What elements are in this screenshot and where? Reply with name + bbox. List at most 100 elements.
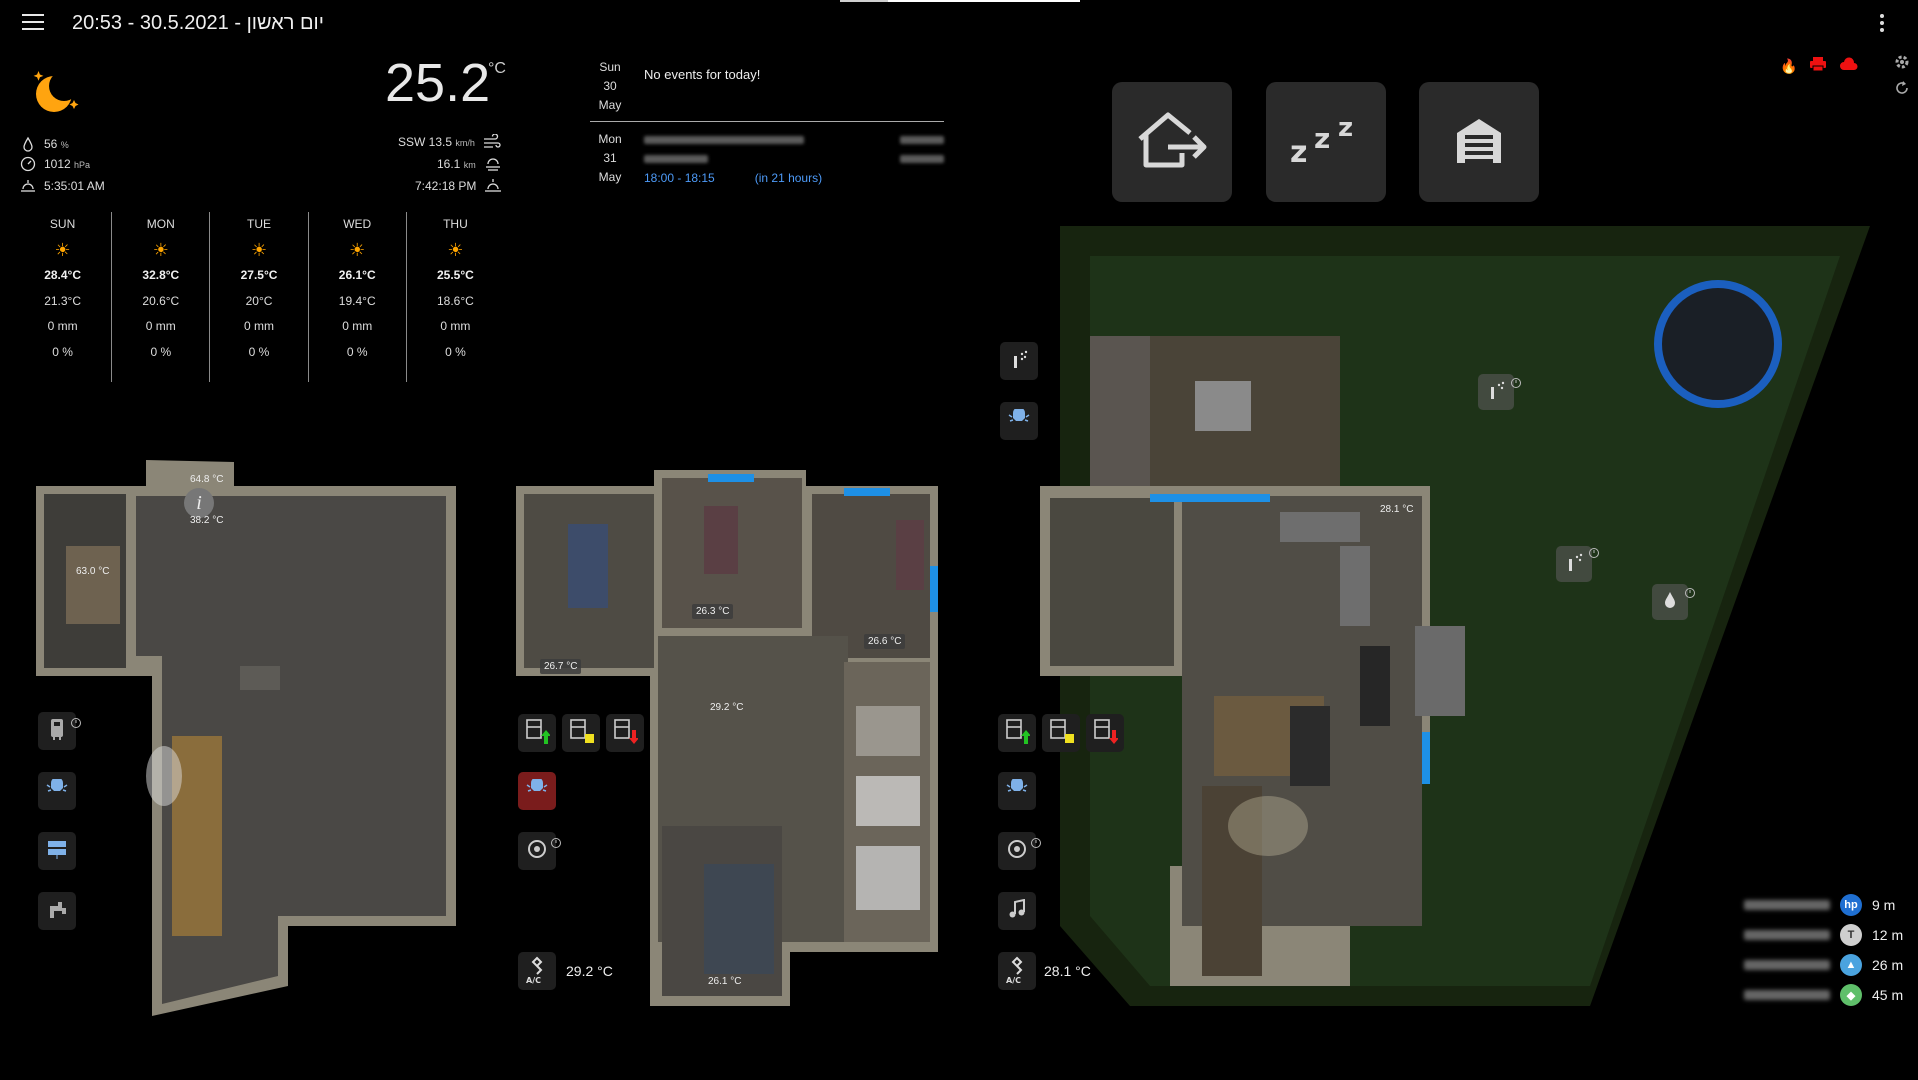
temperature-unit: °C <box>488 60 506 77</box>
ac-button[interactable]: A/C <box>998 952 1036 990</box>
sprinkler-icon <box>1485 379 1507 406</box>
light-button[interactable] <box>38 772 76 810</box>
temp-label: 63.0 °C <box>76 566 110 577</box>
visibility-unit: km <box>463 160 476 170</box>
shutters-stop-button[interactable] <box>1042 714 1080 752</box>
calendar-card: Sun 30 May No events for today! Mon 31 M… <box>590 58 944 187</box>
tab-indicator <box>888 0 1080 2</box>
fog-icon <box>484 156 500 172</box>
wind-row: SSW 13.5 km/h <box>398 133 501 150</box>
sleep-button[interactable]: zzz <box>1266 82 1386 202</box>
timer-icon <box>1030 836 1042 854</box>
humidity-unit: % <box>60 140 69 150</box>
forecast-day: TUE ☀ 27.5°C 20°C 0 mm 0 % <box>210 212 309 382</box>
travel-row[interactable]: hp 9 m <box>1740 890 1910 920</box>
floorplan-ground-floor <box>1030 226 1890 1006</box>
shutters-up-button[interactable] <box>998 714 1036 752</box>
redacted-text <box>1744 960 1830 970</box>
forecast-probability: 0 % <box>150 344 172 359</box>
server-button[interactable] <box>38 832 76 870</box>
info-icon[interactable]: i <box>184 488 214 518</box>
sprinkler-button[interactable] <box>1000 342 1038 380</box>
forecast-day-name: MON <box>146 217 175 231</box>
forecast-day: WED ☀ 26.1°C 19.4°C 0 mm 0 % <box>309 212 407 382</box>
faucet-icon <box>46 898 68 925</box>
forecast-high: 28.4°C <box>44 268 82 282</box>
wind-icon <box>483 133 501 150</box>
pressure-row: 1012 hPa <box>20 156 90 172</box>
shutters-up-button[interactable] <box>518 714 556 752</box>
travel-times: hp 9 m T 12 m ▲ 26 m ◆ 45 m <box>1740 890 1910 1010</box>
forecast-rain: 0 mm <box>440 319 471 333</box>
timer-icon <box>1588 546 1600 564</box>
wind-unit: km/h <box>455 138 475 148</box>
drip-irrigation-button[interactable] <box>1652 584 1688 620</box>
more-options-icon[interactable] <box>1878 14 1886 34</box>
water-tap-button[interactable] <box>38 892 76 930</box>
timer-icon <box>1684 586 1696 604</box>
calendar-date-today: Sun 30 May <box>590 58 630 115</box>
printer-icon[interactable] <box>1809 56 1827 77</box>
cloud-alert-icon[interactable] <box>1839 57 1859 76</box>
light-button[interactable] <box>998 772 1036 810</box>
light-button[interactable] <box>518 772 556 810</box>
temp-label: 26.7 °C <box>540 659 582 674</box>
shutter-up-icon <box>524 718 551 749</box>
music-button[interactable] <box>998 892 1036 930</box>
forecast-day: THU ☀ 25.5°C 18.6°C 0 mm 0 % <box>407 212 504 382</box>
sunset-time: 7:42:18 PM <box>415 179 477 193</box>
garage-button[interactable] <box>1419 82 1539 202</box>
humidity-row: 56 % <box>20 136 69 152</box>
divider <box>590 121 944 122</box>
forecast-day-name: WED <box>343 217 372 231</box>
refresh-icon[interactable] <box>1894 80 1910 101</box>
calendar-date: 31 <box>603 151 617 165</box>
svg-text:z: z <box>1338 113 1353 143</box>
forecast-probability: 0 % <box>346 344 368 359</box>
sprinkler-zone-button[interactable] <box>1478 374 1514 410</box>
bulb-icon <box>525 776 549 804</box>
wind-value: SSW 13.5 <box>398 135 453 149</box>
settings-icon[interactable] <box>1894 54 1910 75</box>
pressure-value: 1012 <box>44 157 71 171</box>
redacted-text <box>644 155 708 163</box>
travel-row[interactable]: T 12 m <box>1740 920 1910 950</box>
travel-row[interactable]: ▲ 26 m <box>1740 950 1910 980</box>
sprinkler-zone-button[interactable] <box>1556 546 1592 582</box>
forecast-rain: 0 mm <box>342 319 373 333</box>
light-button[interactable] <box>1000 402 1038 440</box>
forecast-high: 27.5°C <box>240 268 278 282</box>
calendar-event[interactable]: 18:00 - 18:15 (in 21 hours) <box>644 130 944 185</box>
svg-text:z: z <box>1314 122 1330 155</box>
shutters-down-button[interactable] <box>606 714 644 752</box>
shutters-down-button[interactable] <box>1086 714 1124 752</box>
svg-text:A/C: A/C <box>526 976 541 984</box>
forecast-rain: 0 mm <box>145 319 176 333</box>
forecast-low: 20.6°C <box>142 293 180 308</box>
calendar-dow: Sun <box>599 60 621 74</box>
timer-icon <box>550 836 562 854</box>
temp-label: 38.2 °C <box>190 515 224 526</box>
forecast-low: 20°C <box>245 293 273 308</box>
redacted-text <box>644 136 804 144</box>
menu-icon[interactable] <box>22 14 44 32</box>
forecast-day: MON ☀ 32.8°C 20.6°C 0 mm 0 % <box>112 212 211 382</box>
server-icon <box>46 838 68 865</box>
timer-icon <box>1510 376 1522 394</box>
sun-icon: ☀ <box>447 239 464 260</box>
travel-row[interactable]: ◆ 45 m <box>1740 980 1910 1010</box>
calendar-date-tomorrow: Mon 31 May <box>590 130 630 187</box>
bulb-icon <box>1007 406 1031 434</box>
humidity-value: 56 <box>44 137 58 151</box>
garage-icon <box>1454 115 1504 170</box>
travel-duration: 26 m <box>1872 957 1904 973</box>
calendar-month: May <box>598 170 622 184</box>
shutters-stop-button[interactable] <box>562 714 600 752</box>
humidity-icon <box>20 136 36 152</box>
forecast-day: SUN ☀ 28.4°C 21.3°C 0 mm 0 % <box>14 212 113 382</box>
toyota-icon: T <box>1840 924 1862 946</box>
leave-home-button[interactable] <box>1112 82 1232 202</box>
redacted-text <box>1744 900 1830 910</box>
leak-alert-icon[interactable]: 🔥 <box>1780 58 1797 75</box>
ac-button[interactable]: A/C <box>518 952 556 990</box>
